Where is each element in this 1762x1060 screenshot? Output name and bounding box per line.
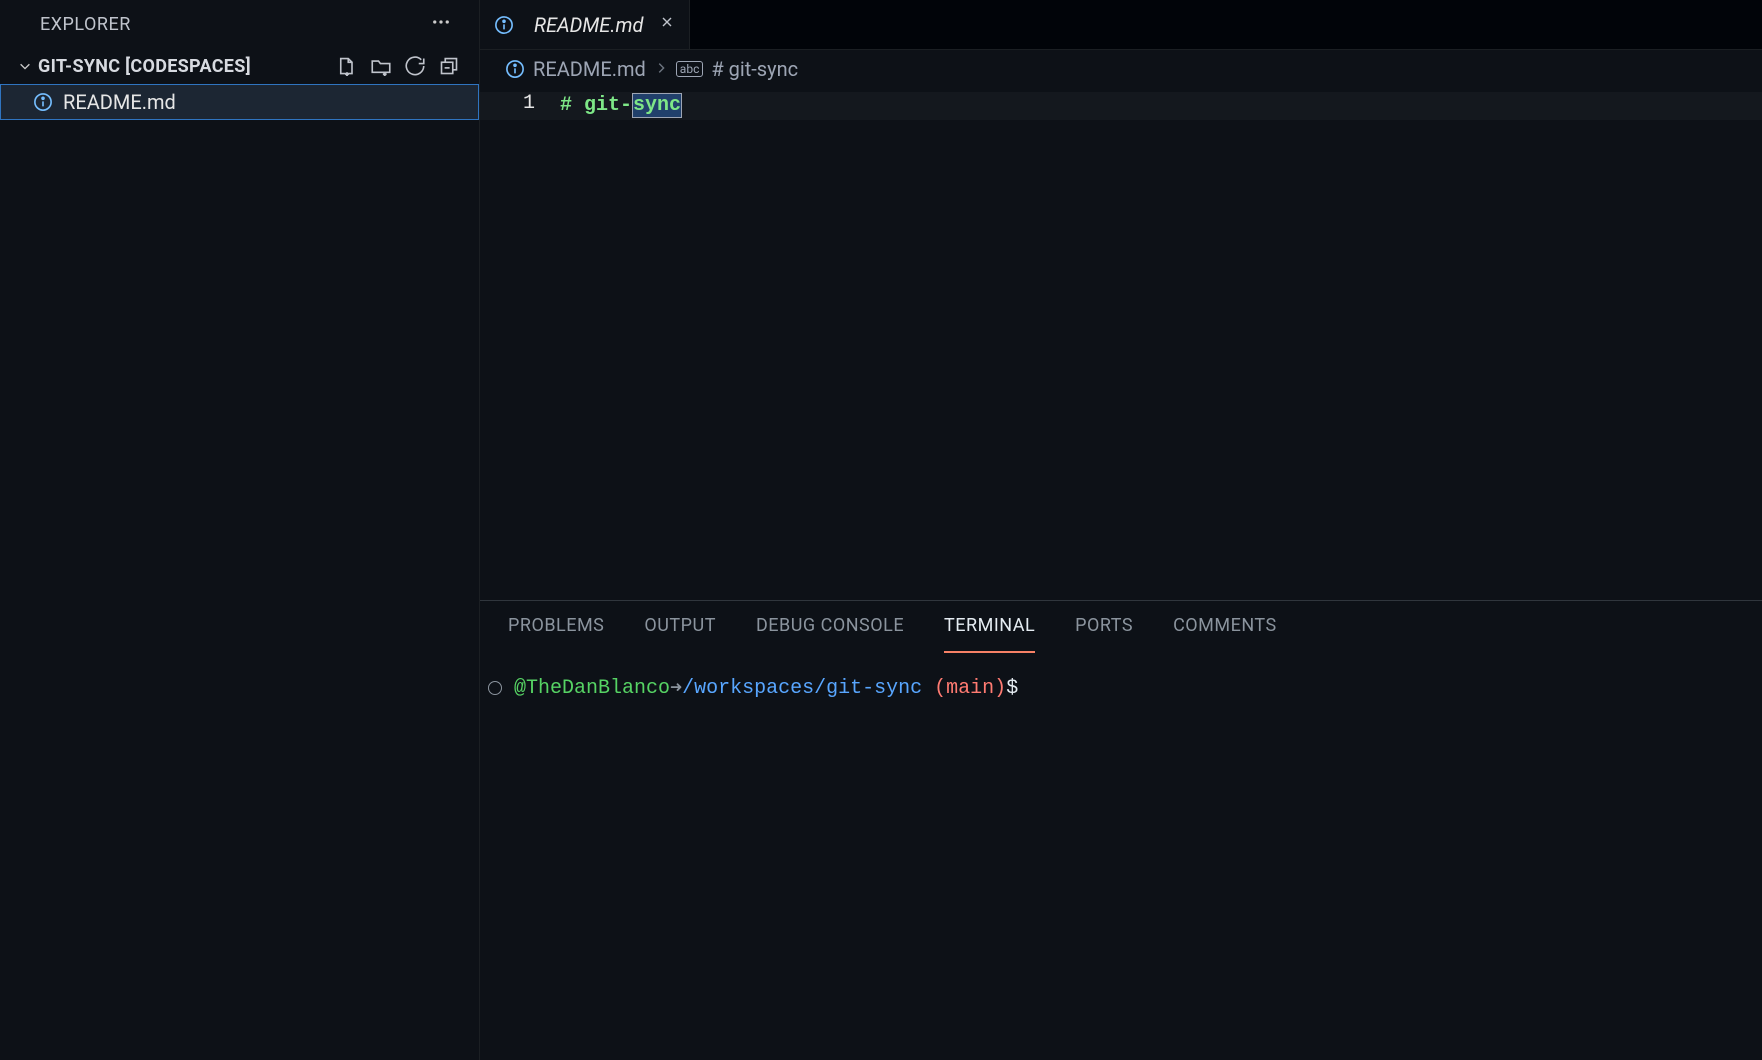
terminal-output[interactable]: @TheDanBlanco ➜ /workspaces/git-sync (ma… [480,653,1762,1060]
breadcrumb-file[interactable]: README.md [533,57,646,81]
tab-title: README.md [534,13,643,37]
folder-actions [337,56,469,76]
editor-tab-readme[interactable]: README.md [480,0,690,49]
explorer-sidebar: EXPLORER GIT-SYNC [CODESPACES] README.md [0,0,480,1060]
panel-tab-terminal[interactable]: TERMINAL [944,615,1035,653]
new-file-icon[interactable] [337,56,357,76]
codespaces-circle-icon [488,681,502,695]
terminal-branch: main [946,677,994,700]
code-editor[interactable]: 1 # git-sync [480,88,1762,600]
panel-tab-output[interactable]: OUTPUT [644,615,716,653]
collapse-all-icon[interactable] [439,56,459,76]
code-content[interactable]: # git-sync [560,88,1762,600]
editor-main: README.md README.md abc # git-sync 1 # g… [480,0,1762,1060]
new-folder-icon[interactable] [371,56,391,76]
refresh-icon[interactable] [405,56,425,76]
explorer-title: EXPLORER [40,14,131,35]
chevron-down-icon [18,59,32,73]
terminal-user: @TheDanBlanco [514,677,670,700]
workspace-folder-header[interactable]: GIT-SYNC [CODESPACES] [0,48,479,84]
close-tab-icon[interactable] [659,14,675,35]
terminal-paren-open: ( [934,677,946,700]
panel-tab-problems[interactable]: PROBLEMS [508,615,604,653]
terminal-prompt-symbol: $ [1006,677,1018,700]
terminal-prompt-line: @TheDanBlanco ➜ /workspaces/git-sync (ma… [488,675,1754,701]
info-icon [33,92,53,112]
terminal-path: /workspaces/git-sync [682,677,922,700]
panel-tab-debug-console[interactable]: DEBUG CONSOLE [756,615,904,653]
info-icon [494,15,514,35]
terminal-paren-close: ) [994,677,1006,700]
code-line-1[interactable]: # git-sync [560,92,1762,120]
chevron-right-icon [654,59,668,80]
file-name-label: README.md [63,90,176,114]
terminal-arrow: ➜ [670,675,682,701]
line-number-gutter: 1 [480,88,560,600]
symbol-string-icon: abc [676,61,704,77]
more-actions-icon[interactable] [423,8,459,41]
bottom-panel: PROBLEMS OUTPUT DEBUG CONSOLE TERMINAL P… [480,600,1762,1060]
explorer-header: EXPLORER [0,0,479,48]
panel-tab-ports[interactable]: PORTS [1075,615,1133,653]
editor-tab-bar: README.md [480,0,1762,50]
code-text-selection: sync [632,93,682,118]
panel-tab-comments[interactable]: COMMENTS [1173,615,1277,653]
info-icon [505,59,525,79]
panel-tab-bar: PROBLEMS OUTPUT DEBUG CONSOLE TERMINAL P… [480,601,1762,653]
workspace-folder-name: GIT-SYNC [CODESPACES] [38,56,337,77]
breadcrumb-symbol[interactable]: # git-sync [711,57,798,81]
breadcrumb[interactable]: README.md abc # git-sync [480,50,1762,88]
file-tree-item-readme[interactable]: README.md [0,84,479,120]
code-text-prefix: # git- [560,94,632,117]
